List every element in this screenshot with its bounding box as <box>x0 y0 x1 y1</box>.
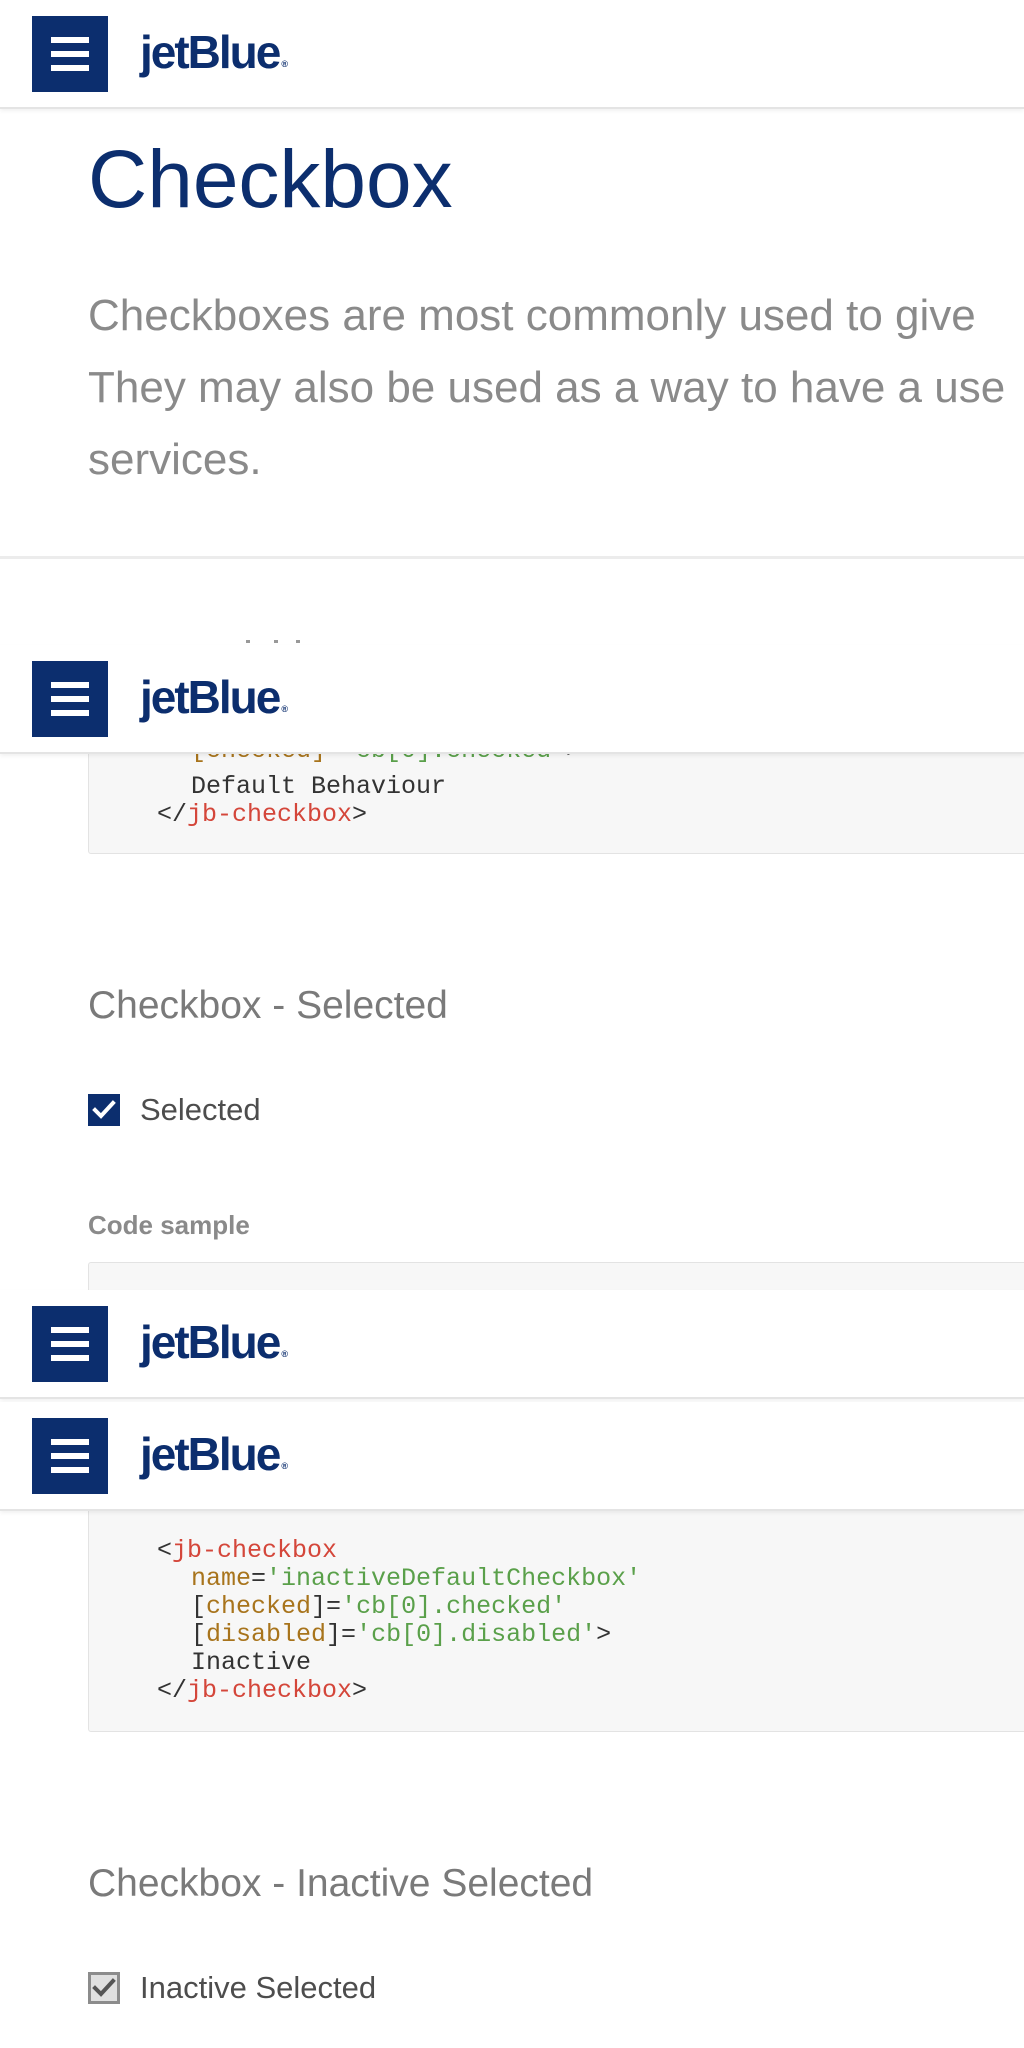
site-header: jetBlue ® <box>0 645 1024 754</box>
intro-paragraph: Checkboxes are most commonly used to giv… <box>88 280 1024 496</box>
hamburger-menu-icon <box>51 1327 89 1361</box>
section-divider <box>0 556 1024 559</box>
checkbox-input-disabled[interactable] <box>88 1972 120 2004</box>
code-line: <jb-checkbox <box>157 1536 338 1565</box>
site-header: jetBlue ® <box>0 1290 1024 1399</box>
checkbox-selected[interactable]: Selected <box>88 1092 261 1128</box>
logo-mark: ® <box>281 59 289 69</box>
logo-mark: ® <box>281 1461 289 1471</box>
code-line: Default Behaviour <box>191 772 447 801</box>
clipped-text-fragment <box>176 636 336 644</box>
code-line: Inactive <box>191 1648 312 1677</box>
menu-button[interactable] <box>32 1306 108 1382</box>
jetblue-logo[interactable]: jetBlue ® <box>140 22 289 82</box>
checkmark-icon <box>92 1100 116 1119</box>
hamburger-menu-icon <box>51 1439 89 1473</box>
code-sample-inactive[interactable]: <jb-checkbox name='inactiveDefaultCheckb… <box>88 1500 1024 1732</box>
logo-text: jetBlue <box>140 1428 281 1480</box>
intro-line: services. <box>88 435 262 484</box>
code-line: name='inactiveDefaultCheckbox' <box>191 1564 642 1593</box>
logo-text: jetBlue <box>140 671 281 723</box>
logo-text: jetBlue <box>140 26 281 78</box>
section-title-selected: Checkbox - Selected <box>88 984 448 1027</box>
code-sample-label: Code sample <box>88 1210 250 1240</box>
code-sample-default[interactable]: [checked]='cb[0].checked'> Default Behav… <box>88 740 1024 854</box>
checkmark-icon <box>92 1978 116 1997</box>
jetblue-logo[interactable]: jetBlue ® <box>140 667 289 727</box>
site-header: jetBlue ® <box>0 0 1024 109</box>
site-header: jetBlue ® <box>0 1402 1024 1511</box>
jetblue-logo[interactable]: jetBlue ® <box>140 1424 289 1484</box>
logo-mark: ® <box>281 704 289 714</box>
logo-text: jetBlue <box>140 1316 281 1368</box>
code-line: </jb-checkbox> <box>157 1676 368 1705</box>
checkbox-label: Inactive Selected <box>140 1970 377 2005</box>
page-title: Checkbox <box>88 134 453 225</box>
menu-button[interactable] <box>32 16 108 92</box>
checkbox-input[interactable] <box>88 1094 120 1126</box>
menu-button[interactable] <box>32 661 108 737</box>
checkbox-label: Selected <box>140 1092 261 1127</box>
code-line: [disabled]='cb[0].disabled'> <box>191 1620 612 1649</box>
checkbox-inactive-selected[interactable]: Inactive Selected <box>88 1970 376 2006</box>
logo-mark: ® <box>281 1349 289 1359</box>
hamburger-menu-icon <box>51 682 89 716</box>
hamburger-menu-icon <box>51 37 89 71</box>
section-title-inactive-selected: Checkbox - Inactive Selected <box>88 1862 594 1905</box>
intro-line: Checkboxes are most commonly used to giv… <box>88 291 976 340</box>
menu-button[interactable] <box>32 1418 108 1494</box>
code-line: </jb-checkbox> <box>157 800 368 829</box>
jetblue-logo[interactable]: jetBlue ® <box>140 1312 289 1372</box>
code-line: [checked]='cb[0].checked' <box>191 1592 567 1621</box>
intro-line: They may also be used as a way to have a… <box>88 363 1006 412</box>
